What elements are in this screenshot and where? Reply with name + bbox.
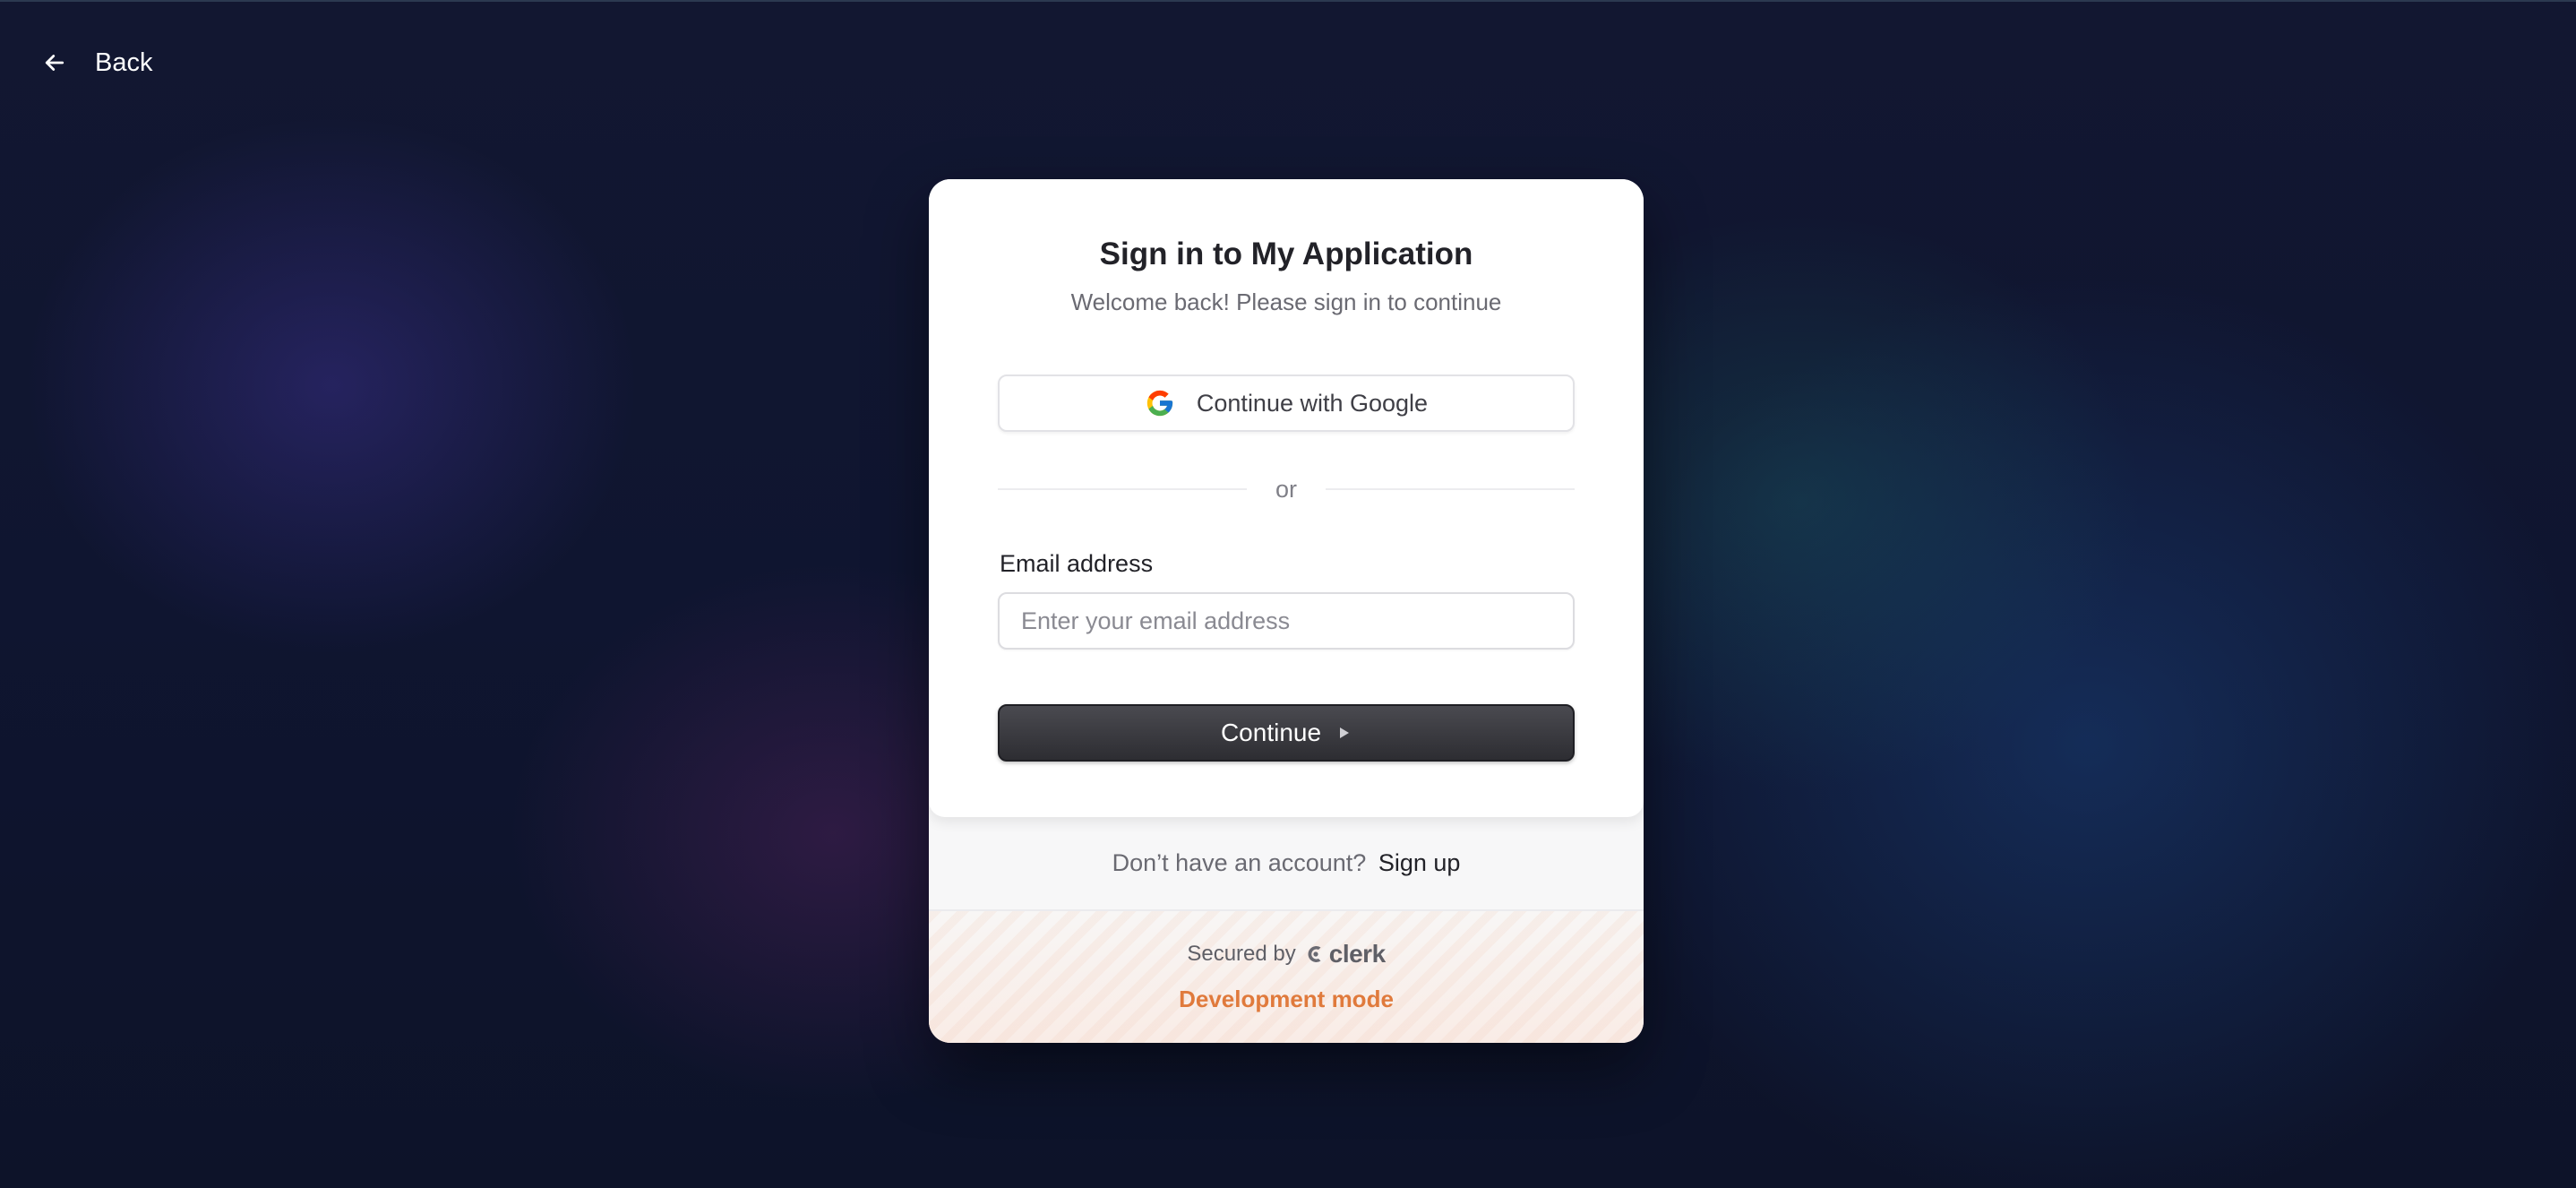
clerk-brand-link[interactable]: clerk [1305,940,1386,968]
continue-button[interactable]: Continue [998,704,1575,762]
arrow-left-icon [41,49,68,76]
sign-in-form: Sign in to My Application Welcome back! … [929,179,1644,817]
signup-prompt: Don’t have an account? [1112,849,1367,876]
or-divider: or [998,473,1576,505]
card-title: Sign in to My Application [1099,237,1473,271]
top-border [0,0,2576,2]
secured-by-text: Secured by [1187,942,1296,966]
divider-line-right [1326,488,1576,490]
back-label: Back [95,47,153,77]
continue-with-google-button[interactable]: Continue with Google [998,374,1575,432]
divider-line-left [998,488,1247,490]
clerk-logo-icon [1305,943,1327,965]
google-logo-icon [1145,388,1175,418]
triangle-right-icon [1337,725,1352,741]
development-mode-badge: Development mode [1179,986,1394,1012]
back-link[interactable]: Back [41,41,152,84]
divider-text: or [1275,475,1298,503]
email-input[interactable] [998,592,1575,650]
continue-button-label: Continue [1220,719,1322,746]
card-subtitle: Welcome back! Please sign in to continue [1070,288,1502,315]
sign-up-link[interactable]: Sign up [1378,849,1461,876]
card-footer: Secured by clerk Development mode [929,909,1644,1043]
signup-row: Don’t have an account? Sign up [929,849,1644,877]
secured-by-row: Secured by clerk [929,940,1644,968]
email-label: Email address [1000,550,1154,577]
clerk-wordmark: clerk [1328,940,1386,968]
google-button-label: Continue with Google [1196,389,1429,417]
sign-in-card: Sign in to My Application Welcome back! … [929,179,1644,1043]
